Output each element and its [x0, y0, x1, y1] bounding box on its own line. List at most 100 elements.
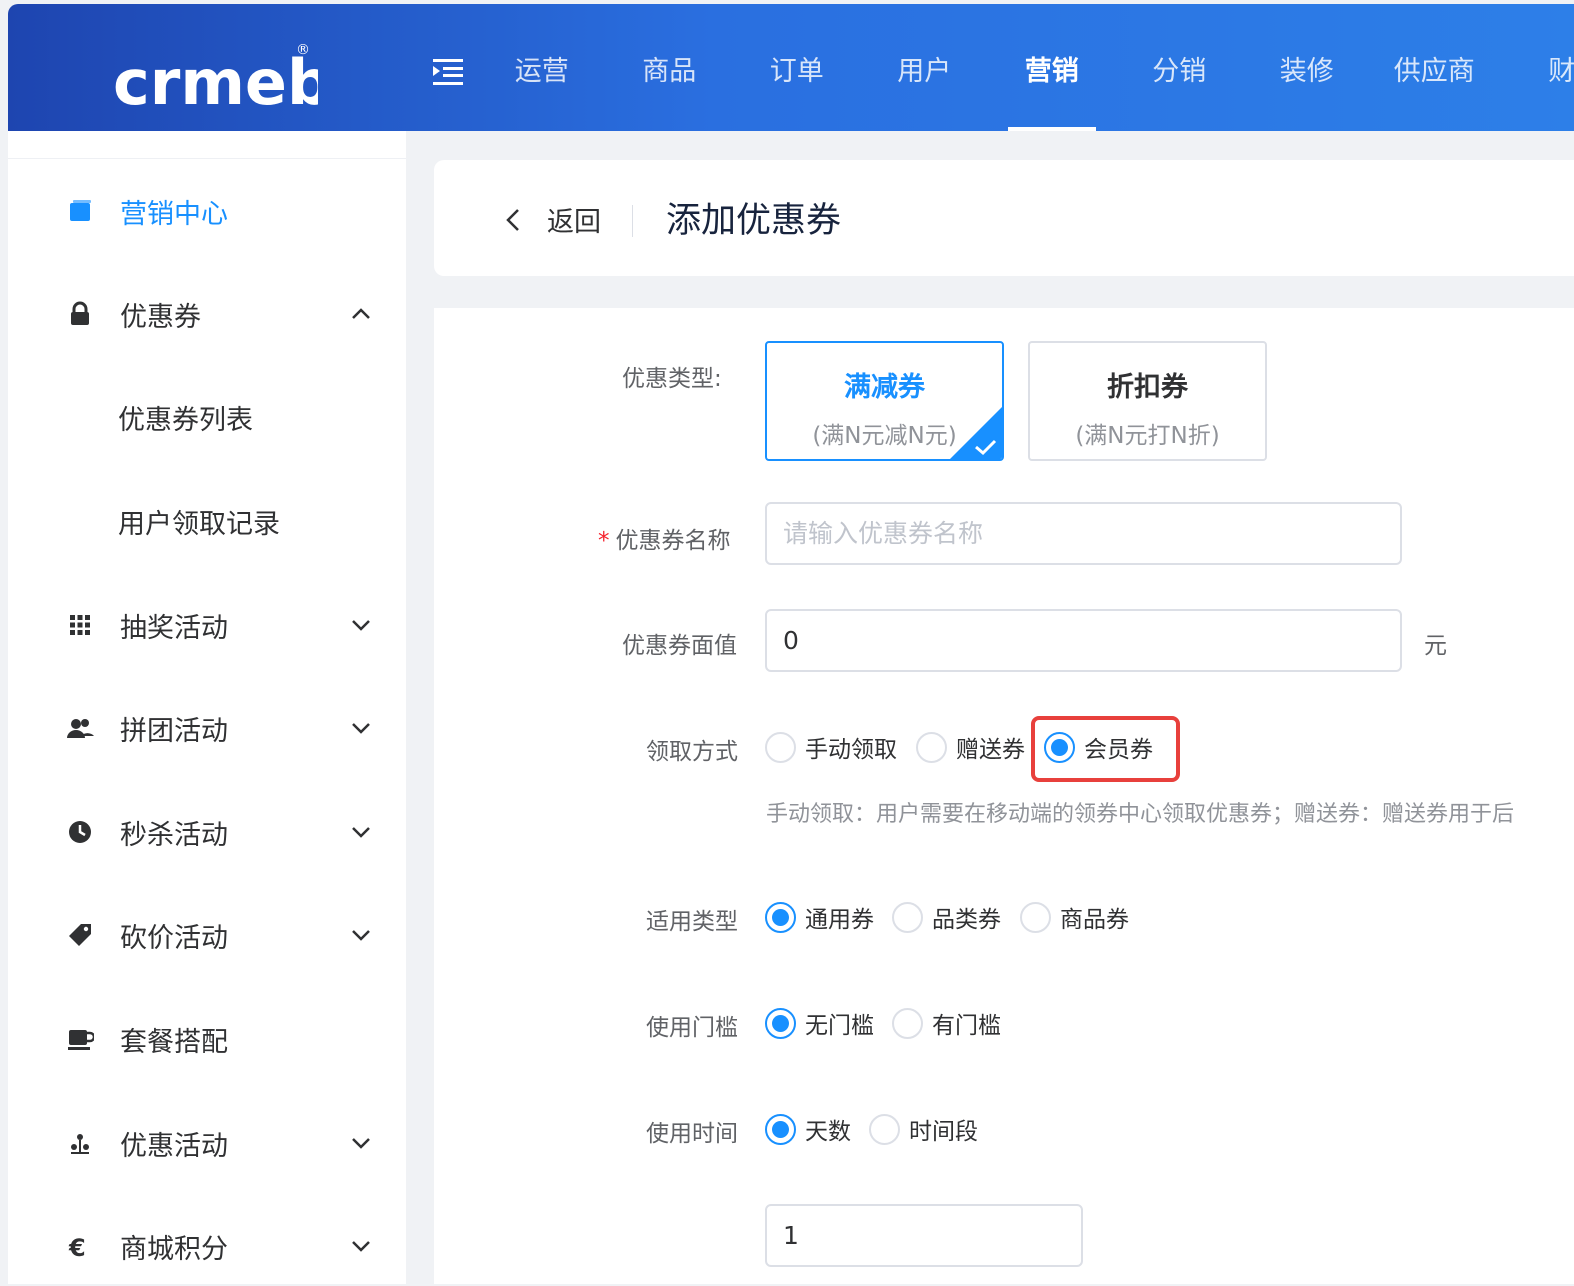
coupon-type-label: 优惠类型:	[622, 366, 722, 392]
chevron-down-icon	[352, 723, 370, 734]
sidebar-top-strip	[8, 131, 406, 159]
coupon-type-title: 折扣券	[1107, 372, 1188, 403]
square-stack-icon	[70, 200, 91, 221]
radio-circle[interactable]	[1020, 901, 1051, 933]
sidebar-item-coupon[interactable]: 优惠券	[8, 274, 406, 354]
scope-type-label: 适用类型	[646, 909, 738, 935]
threshold-label: 使用门槛	[646, 1015, 738, 1041]
receive-method-help-text: 手动领取：用户需要在移动端的领券中心领取优惠券；赠送券：赠送券用于后	[766, 802, 1515, 827]
sidebar-item-promotion[interactable]: 优惠活动	[8, 1103, 406, 1183]
sidebar-item-lottery[interactable]: 抽奖活动	[8, 585, 406, 665]
radio-circle[interactable]	[916, 731, 947, 763]
nav-item-orders[interactable]: 订单	[733, 4, 861, 131]
chevron-up-icon	[352, 308, 370, 319]
radio-label: 商品券	[1060, 907, 1129, 933]
sidebar-item-bargain[interactable]: 砍价活动	[8, 895, 406, 975]
euro-icon: €	[68, 1234, 86, 1260]
sidebar-item-label: 砍价活动	[120, 922, 228, 954]
currency-unit: 元	[1424, 633, 1447, 659]
radio-label: 赠送券	[956, 737, 1025, 763]
radio-category-coupon[interactable]: 品类券	[892, 900, 1001, 934]
gift-icon	[71, 1134, 89, 1154]
sidebar-item-label: 秒杀活动	[120, 819, 228, 851]
sidebar-item-marketing-center[interactable]: 营销中心	[8, 171, 406, 251]
radio-circle[interactable]	[869, 1113, 900, 1145]
sidebar-item-label: 抽奖活动	[120, 612, 228, 644]
nav-item-users[interactable]: 用户	[861, 4, 989, 131]
coupon-type-card-discount[interactable]: 折扣券 (满N元打N折)	[1028, 341, 1267, 461]
nav-item-supplier[interactable]: 供应商	[1371, 4, 1499, 131]
sidebar-item-points[interactable]: € 商城积分	[8, 1206, 406, 1286]
radio-label: 通用券	[805, 907, 874, 933]
radio-general-coupon[interactable]: 通用券	[765, 900, 874, 934]
menu-fold-icon[interactable]	[433, 56, 463, 86]
radio-circle[interactable]	[765, 731, 796, 763]
usage-time-label: 使用时间	[646, 1121, 738, 1147]
receive-method-label: 领取方式	[646, 739, 738, 765]
radio-days[interactable]: 天数	[765, 1112, 851, 1146]
required-mark: *	[598, 528, 610, 554]
nav-item-operation[interactable]: 运营	[478, 4, 606, 131]
radio-circle[interactable]	[892, 1007, 923, 1039]
chevron-down-icon	[352, 1138, 370, 1149]
nav-item-distribution[interactable]: 分销	[1116, 4, 1244, 131]
sidebar-item-label: 优惠券列表	[118, 404, 253, 436]
chevron-down-icon	[352, 827, 370, 838]
header-divider	[632, 205, 633, 237]
back-link[interactable]: 返回	[547, 200, 601, 239]
nav-item-products[interactable]: 商品	[606, 4, 734, 131]
days-input[interactable]	[765, 1204, 1083, 1267]
radio-label: 天数	[805, 1119, 851, 1145]
users-icon	[67, 719, 94, 738]
sidebar-item-label: 用户领取记录	[118, 508, 280, 540]
tag-icon	[69, 924, 91, 946]
page-header-card	[434, 160, 1574, 276]
coupon-name-input[interactable]	[765, 502, 1402, 565]
sidebar: 营销中心 优惠券 优惠券列表 用户领取记录 抽奖活动 拼团活动 秒杀活动 砍价活…	[8, 131, 406, 1284]
sidebar-item-user-claim-records[interactable]: 用户领取记录	[8, 481, 406, 561]
radio-product-coupon[interactable]: 商品券	[1020, 900, 1129, 934]
nav-item-marketing[interactable]: 营销	[988, 4, 1116, 131]
radio-no-threshold[interactable]: 无门槛	[765, 1006, 874, 1040]
clock-icon	[69, 821, 91, 843]
nav-item-decoration[interactable]: 装修	[1243, 4, 1371, 131]
radio-label: 品类券	[932, 907, 1001, 933]
crmeb-logo[interactable]: crmeb ®	[108, 34, 318, 114]
sidebar-item-flash-sale[interactable]: 秒杀活动	[8, 792, 406, 872]
top-bar: crmeb ® 运营 商品 订单 用户 营销 分销 装修 供应商 财	[8, 4, 1574, 131]
sidebar-item-label: 优惠活动	[120, 1130, 228, 1162]
lock-icon	[71, 301, 89, 325]
logo-registered-mark: ®	[296, 42, 310, 58]
radio-circle[interactable]	[765, 1113, 796, 1145]
sidebar-item-combo[interactable]: 套餐搭配	[8, 999, 406, 1079]
chevron-left-icon[interactable]	[502, 206, 524, 234]
sidebar-item-label: 套餐搭配	[120, 1026, 228, 1058]
radio-circle[interactable]	[892, 901, 923, 933]
radio-manual-claim[interactable]: 手动领取	[765, 730, 897, 764]
coupon-value-input[interactable]	[765, 609, 1402, 672]
page-title: 添加优惠券	[666, 201, 842, 241]
radio-circle[interactable]	[765, 1007, 796, 1039]
coupon-type-card-full-reduction[interactable]: 满减券 (满N元减N元)	[765, 341, 1004, 461]
coupon-name-label: * 优惠券名称	[598, 521, 731, 555]
coupon-type-title: 满减券	[844, 372, 925, 403]
nav-item-finance[interactable]: 财	[1498, 4, 1574, 131]
coupon-value-label: 优惠券面值	[622, 633, 737, 659]
chevron-down-icon	[352, 1241, 370, 1252]
chevron-down-icon	[352, 620, 370, 631]
radio-label: 有门槛	[932, 1013, 1001, 1039]
sidebar-item-label: 商城积分	[120, 1233, 228, 1265]
grid-icon	[70, 615, 90, 635]
radio-label: 无门槛	[805, 1013, 874, 1039]
sidebar-item-label: 营销中心	[120, 198, 228, 230]
radio-with-threshold[interactable]: 有门槛	[892, 1006, 1001, 1040]
highlight-annotation-box	[1031, 716, 1180, 782]
radio-gift-coupon[interactable]: 赠送券	[916, 730, 1025, 764]
radio-time-range[interactable]: 时间段	[869, 1112, 978, 1146]
sidebar-item-coupon-list[interactable]: 优惠券列表	[8, 377, 406, 457]
radio-circle[interactable]	[765, 901, 796, 933]
coupon-type-subtitle: (满N元打N折)	[1075, 423, 1220, 449]
coupon-name-label-text: 优惠券名称	[615, 528, 731, 554]
sidebar-item-label: 拼团活动	[120, 715, 228, 747]
sidebar-item-group-buy[interactable]: 拼团活动	[8, 688, 406, 768]
